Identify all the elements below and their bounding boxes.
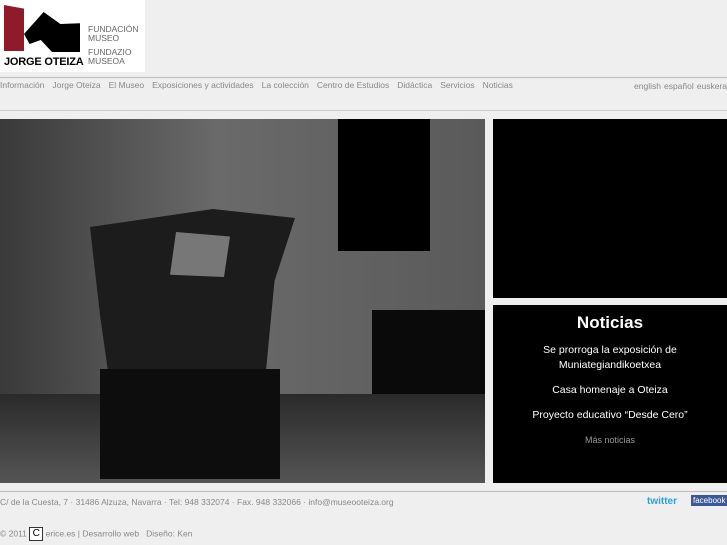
- divider: [0, 491, 727, 492]
- footer-credits: © 2011 C erice.es | Desarrollo web Diseñ…: [0, 527, 192, 541]
- more-news-link[interactable]: Más noticias: [493, 433, 727, 448]
- logo-red-shape: [4, 5, 24, 51]
- news-title: Noticias: [576, 313, 644, 332]
- nav-servicios[interactable]: Servicios: [440, 80, 474, 90]
- lang-espanol[interactable]: español: [664, 81, 694, 91]
- design-credit[interactable]: Diseño: Ken: [146, 528, 192, 538]
- nav-exposiciones[interactable]: Exposiciones y actividades: [152, 80, 254, 90]
- nav-jorge-oteiza[interactable]: Jorge Oteiza: [52, 80, 100, 90]
- credit-link[interactable]: erice.es | Desarrollo web: [46, 528, 139, 538]
- lang-euskera[interactable]: euskera: [697, 81, 727, 91]
- nav-centro-estudios[interactable]: Centro de Estudios: [317, 80, 389, 90]
- logo-name: JORGE OTEIZA: [4, 56, 84, 68]
- main-nav: Información Jorge Oteiza El Museo Exposicio…: [0, 80, 521, 90]
- footer-address: C/ de la Cuesta, 7 · 31486 Alzuza, Navar…: [0, 497, 394, 507]
- divider: [0, 110, 727, 111]
- twitter-icon[interactable]: twitter: [647, 496, 677, 507]
- logo-black-shape: [24, 12, 80, 52]
- featured-panel[interactable]: [493, 119, 727, 298]
- erice-logo-icon[interactable]: C: [29, 527, 44, 541]
- news-item[interactable]: Proyecto educativo “Desde Cero”: [493, 408, 727, 423]
- copyright: © 2011: [0, 528, 27, 539]
- divider: [0, 77, 727, 78]
- lang-english[interactable]: english: [634, 81, 661, 91]
- logo[interactable]: JORGE OTEIZA FUNDACIÓN MUSEO FUNDAZIO MU…: [0, 0, 145, 72]
- nav-informacion[interactable]: Información: [0, 80, 44, 90]
- language-switcher: english español euskera: [631, 81, 727, 91]
- nav-el-museo[interactable]: El Museo: [109, 80, 144, 90]
- facebook-icon[interactable]: facebook: [691, 495, 727, 506]
- news-item[interactable]: Casa homenaje a Oteiza: [493, 383, 727, 398]
- logo-text: MUSEO: [88, 33, 120, 43]
- nav-didactica[interactable]: Didáctica: [397, 80, 432, 90]
- news-item[interactable]: Se prorroga la exposición de Muniategian…: [493, 343, 727, 373]
- news-panel: Noticias Se prorroga la exposición de Mu…: [493, 305, 727, 483]
- nav-coleccion[interactable]: La colección: [262, 80, 309, 90]
- nav-noticias[interactable]: Noticias: [483, 80, 513, 90]
- hero-image: [0, 119, 485, 483]
- logo-text: MUSEOA: [88, 56, 125, 66]
